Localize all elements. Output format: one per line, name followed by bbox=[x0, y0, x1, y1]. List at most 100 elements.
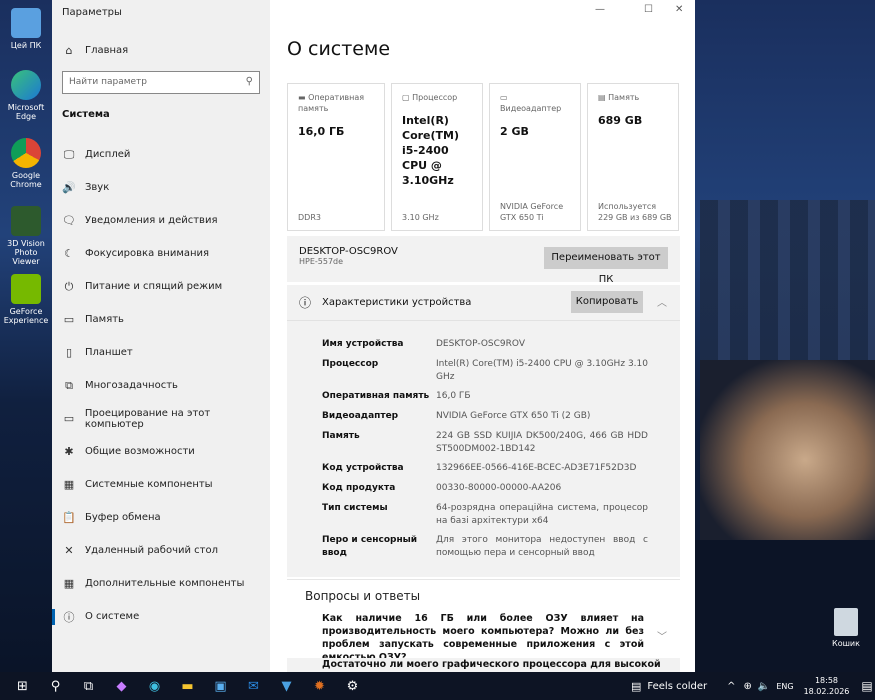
search-input[interactable]: Найти параметр ⚲ bbox=[62, 71, 260, 94]
sidebar-item[interactable]: ▭ Память bbox=[52, 303, 270, 336]
settings-gear-icon[interactable]: ⚙ bbox=[336, 679, 369, 694]
sidebar-item[interactable]: ▯ Планшет bbox=[52, 336, 270, 369]
specs-title: Характеристики устройства bbox=[322, 297, 472, 308]
sidebar-item[interactable]: ☾ Фокусировка внимания bbox=[52, 237, 270, 270]
card-value: 2 GB bbox=[500, 125, 529, 138]
copilot-icon[interactable]: ◆ bbox=[105, 679, 138, 694]
search-placeholder: Найти параметр bbox=[69, 77, 147, 87]
sidebar-item-label: Дополнительные компоненты bbox=[85, 578, 245, 589]
sidebar-item[interactable]: ⧉ Многозадачность bbox=[52, 369, 270, 402]
window-title: Параметры bbox=[62, 7, 122, 18]
copy-button[interactable]: Копировать bbox=[571, 291, 643, 313]
sidebar-item-label: Звук bbox=[85, 182, 110, 193]
faq-question[interactable]: Как наличие 16 ГБ или более ОЗУ влияет н… bbox=[322, 612, 644, 664]
card-sub: NVIDIA GeForce GTX 650 Ti bbox=[500, 202, 564, 222]
card-label: Память bbox=[608, 93, 640, 102]
task-view-icon[interactable]: ⧉ bbox=[72, 679, 105, 694]
language-indicator[interactable]: ENG bbox=[776, 682, 793, 691]
desktop-icon-this-pc[interactable]: Цей ПК bbox=[0, 8, 52, 50]
app-icon[interactable]: ✹ bbox=[303, 679, 336, 694]
home-label: Главная bbox=[85, 45, 129, 56]
sidebar-item-icon: 🗨 bbox=[62, 214, 76, 227]
spec-value: 132966EE-0566-416E-BCEC-AD3E71F52D3D bbox=[436, 463, 637, 473]
sidebar-item[interactable]: 🔊 Звук bbox=[52, 171, 270, 204]
sidebar-item-icon: ⏻ bbox=[64, 279, 74, 293]
network-icon[interactable]: ⊕ bbox=[743, 681, 751, 692]
sidebar-item[interactable]: ▭ Проецирование на этот компьютер bbox=[52, 402, 270, 435]
sidebar-item-label: Системные компоненты bbox=[85, 479, 213, 490]
app-icon[interactable]: ▼ bbox=[270, 679, 303, 694]
chevron-up-icon[interactable]: ︿ bbox=[657, 294, 667, 309]
home-icon: ⌂ bbox=[65, 44, 73, 57]
icon-label: 3D Vision Photo Viewer bbox=[7, 239, 45, 266]
sidebar-item-label: Фокусировка внимания bbox=[85, 248, 210, 259]
summary-card: ▢ Процессор Intel(R) Core(TM) i5-2400 CPU… bbox=[391, 83, 483, 231]
sidebar-item[interactable]: ⓘ О системе bbox=[52, 600, 270, 633]
search-icon[interactable]: ⚲ bbox=[39, 679, 72, 694]
outlook-icon[interactable]: ✉ bbox=[237, 679, 270, 694]
card-label: Видеоадаптер bbox=[500, 104, 562, 113]
chevron-down-icon[interactable]: ﹀ bbox=[657, 628, 667, 643]
sidebar-item-label: Общие возможности bbox=[85, 446, 195, 457]
sidebar-item-icon: 🖵 bbox=[63, 147, 75, 161]
spec-key: Тип системы bbox=[322, 503, 388, 513]
sidebar-item[interactable]: ✱ Общие возможности bbox=[52, 435, 270, 468]
weather-icon[interactable]: ▤ bbox=[631, 680, 641, 693]
icon-label: Кошик bbox=[832, 639, 860, 648]
maximize-button[interactable]: ☐ bbox=[644, 4, 653, 15]
desktop-icon-3d-vision[interactable]: 3D Vision Photo Viewer bbox=[0, 206, 52, 266]
specs-header[interactable]: ⓘ Характеристики устройства Копировать ︿ bbox=[287, 285, 680, 321]
desktop-icon-chrome[interactable]: Google Chrome bbox=[0, 138, 52, 189]
notification-icon[interactable]: ▤ bbox=[861, 679, 872, 693]
card-icon: ▬ bbox=[298, 93, 306, 102]
settings-window: Параметры ⌂ Главная Найти параметр ⚲ Систе… bbox=[52, 0, 695, 672]
spec-key: Перо и сенсорный ввод bbox=[322, 535, 418, 558]
sidebar-item-icon: ✕ bbox=[64, 544, 74, 557]
sidebar-item-icon: ▦ bbox=[63, 577, 75, 590]
file-explorer-icon[interactable]: ▬ bbox=[171, 679, 204, 694]
sidebar-item-icon: ⧉ bbox=[65, 378, 73, 392]
date: 18.02.2026 bbox=[803, 687, 850, 696]
sidebar-item[interactable]: ✕ Удаленный рабочий стол bbox=[52, 534, 270, 567]
spec-value: 16,0 ГБ bbox=[436, 391, 471, 401]
spec-key: Код устройства bbox=[322, 463, 404, 473]
rename-pc-button[interactable]: Переименовать этот ПК bbox=[544, 247, 668, 285]
card-icon: ▢ bbox=[402, 93, 410, 102]
close-button[interactable]: ✕ bbox=[675, 4, 683, 15]
edge-icon[interactable]: ◉ bbox=[138, 679, 171, 694]
sidebar-item-label: Питание и спящий режим bbox=[85, 281, 223, 292]
spec-key: Видеоадаптер bbox=[322, 411, 399, 421]
faq-question[interactable]: Достаточно ли моего графического процесс… bbox=[287, 658, 680, 672]
icon-label: Microsoft Edge bbox=[7, 103, 45, 121]
sidebar-home[interactable]: ⌂ Главная bbox=[52, 34, 270, 67]
sidebar-item[interactable]: ▦ Системные компоненты bbox=[52, 468, 270, 501]
minimize-button[interactable]: — bbox=[595, 4, 605, 15]
card-sub: 3.10 GHz bbox=[402, 213, 439, 222]
store-icon[interactable]: ▣ bbox=[204, 679, 237, 694]
clock[interactable]: 18:58 18.02.2026 bbox=[804, 675, 850, 697]
desktop-icon-geforce[interactable]: GeForce Experience bbox=[0, 274, 52, 325]
sidebar-item[interactable]: ▦ Дополнительные компоненты bbox=[52, 567, 270, 600]
icon-label: Google Chrome bbox=[10, 171, 42, 189]
desktop-icon-edge[interactable]: Microsoft Edge bbox=[0, 70, 52, 121]
chevron-up-icon[interactable]: ^ bbox=[727, 681, 735, 692]
volume-icon[interactable]: 🔈 bbox=[758, 681, 770, 692]
sidebar-item-icon: ☾ bbox=[64, 247, 74, 260]
sidebar-item[interactable]: 🗨 Уведомления и действия bbox=[52, 204, 270, 237]
sidebar-item[interactable]: 🖵 Дисплей bbox=[52, 138, 270, 171]
time: 18:58 bbox=[814, 676, 839, 685]
sidebar-item[interactable]: 📋 Буфер обмена bbox=[52, 501, 270, 534]
desktop-icon-recycle-bin[interactable]: Кошик bbox=[826, 608, 866, 648]
card-value: 689 GB bbox=[598, 114, 643, 127]
summary-card: ▬ Оперативная память 16,0 ГБ DDR3 bbox=[287, 83, 385, 231]
sidebar-item-icon: ▭ bbox=[63, 412, 75, 425]
card-value: Intel(R) Core(TM) i5-2400 CPU @ 3.10GHz bbox=[402, 114, 460, 187]
sidebar-item-label: О системе bbox=[85, 611, 140, 622]
weather-text[interactable]: Feels colder bbox=[647, 681, 707, 692]
sidebar-item[interactable]: ⏻ Питание и спящий режим bbox=[52, 270, 270, 303]
start-icon[interactable]: ⊞ bbox=[6, 679, 39, 694]
device-specs-section: ⓘ Характеристики устройства Копировать ︿… bbox=[287, 285, 680, 577]
main-panel: — ☐ ✕ О системе ▬ Оперативная память 16,0… bbox=[270, 0, 695, 672]
spec-key: Имя устройства bbox=[322, 339, 404, 349]
sidebar-nav: 🖵 Дисплей 🔊 Звук 🗨 Уведомления и действия ☾ Фок… bbox=[52, 138, 270, 633]
